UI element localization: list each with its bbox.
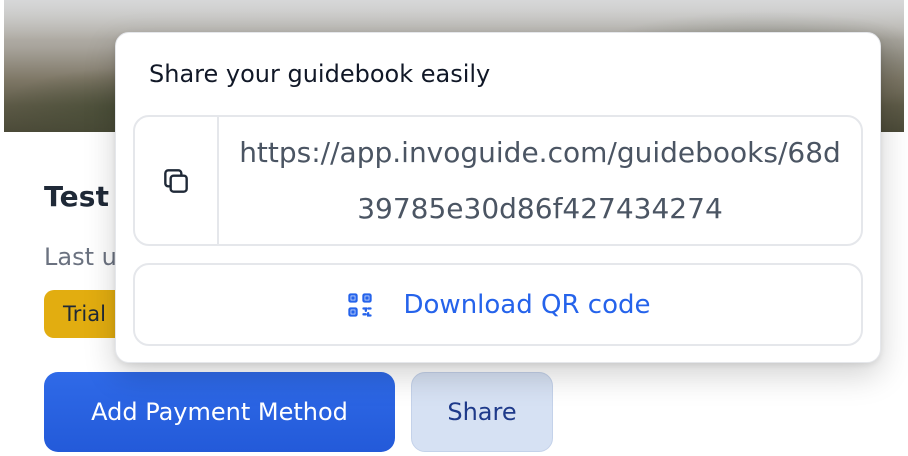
copy-icon [160,165,192,197]
download-qr-code-button[interactable]: Download QR code [133,263,863,346]
guidebook-title: Test [44,180,110,213]
copy-link-button[interactable] [135,117,219,244]
add-payment-method-button[interactable]: Add Payment Method [44,372,395,452]
guidebook-card-screen: Test Last u Trial Add Payment Method Sha… [0,0,908,456]
popover-title: Share your guidebook easily [149,60,491,88]
download-qr-code-label: Download QR code [403,289,651,320]
share-popover: Share your guidebook easily https://app.… [115,32,881,363]
share-link-url[interactable]: https://app.invoguide.com/guidebooks/68d… [219,117,861,244]
qr-code-icon [346,291,374,319]
share-link-box: https://app.invoguide.com/guidebooks/68d… [133,115,863,246]
last-updated-text: Last u [44,243,117,271]
share-button[interactable]: Share [411,372,553,452]
